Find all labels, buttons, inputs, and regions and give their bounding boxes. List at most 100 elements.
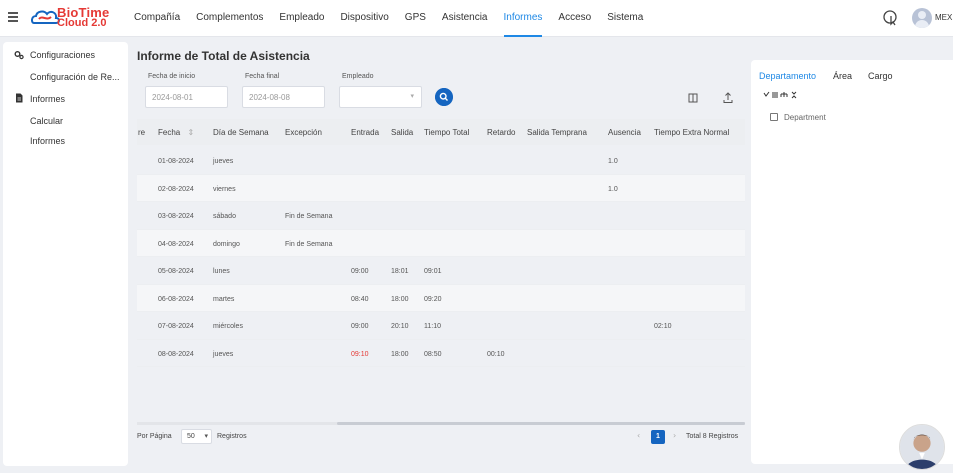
brand-version: Cloud 2.0 [57,17,107,29]
sidebar-item-configuracion-reportes[interactable]: Configuración de Re... [30,72,120,82]
per-page-select[interactable]: 50 [181,429,212,444]
nav-sistema[interactable]: Sistema [607,0,643,37]
column-header[interactable]: Salida Temprana [527,128,587,137]
columns-icon[interactable] [685,90,701,106]
nav-compania[interactable]: Compañía [134,0,180,37]
cell-total: 09:01 [424,268,442,275]
table-row[interactable]: 06-08-2024 martes 08:40 18:00 09:20 [137,284,745,312]
tab-area[interactable]: Área [833,71,852,81]
column-header[interactable]: Salida [391,128,413,137]
cell-retardo: 00:10 [487,350,505,358]
cell-extra: 02:10 [654,323,672,330]
column-header[interactable]: Día de Semana [213,128,269,137]
prev-page-icon[interactable]: ‹ [637,431,640,440]
tab-departamento[interactable]: Departamento [759,71,816,81]
cell-fecha: 05-08-2024 [158,268,194,275]
nav-informes[interactable]: Informes [503,0,542,37]
export-icon[interactable] [720,90,736,106]
touch-help-icon[interactable] [882,9,900,27]
table-row[interactable]: 03-08-2024 sábado Fin de Semana [137,202,745,230]
user-avatar[interactable] [912,8,932,28]
sidebar-item-configuraciones[interactable]: Configuraciones [30,50,95,60]
nav-acceso[interactable]: Acceso [558,0,591,37]
user-name[interactable]: MEX [935,13,952,22]
sidebar: Configuraciones Configuración de Re... I… [3,42,128,466]
cell-ausencia: 1.0 [608,158,618,165]
cell-salida: 20:10 [391,323,409,330]
table-row[interactable]: 02-08-2024 viernes 1.0 [137,174,745,202]
column-header[interactable]: Tiempo Total [424,128,469,137]
column-header-fecha[interactable]: Fecha ⇕ [158,128,194,137]
cell-entrada: 08:40 [351,295,369,303]
gears-icon [14,51,24,60]
per-page-label: Por Página [137,433,172,440]
cell-ausencia: 1.0 [608,185,618,193]
employee-select[interactable]: ▾ [339,86,422,108]
cell-entrada: 09:00 [351,323,369,330]
table-row[interactable]: 08-08-2024 jueves 09:10 18:00 08:50 00:1… [137,340,745,367]
column-header[interactable]: Entrada [351,128,379,137]
nav-asistencia[interactable]: Asistencia [442,0,488,37]
nav-gps[interactable]: GPS [405,0,426,37]
document-icon [16,93,23,103]
cell-dia: viernes [213,185,236,193]
cell-total: 11:10 [424,323,441,330]
cell-dia: miércoles [213,323,243,330]
cell-entrada-late: 09:10 [351,350,369,358]
column-header[interactable]: Retardo [487,128,515,137]
cell-salida: 18:00 [391,295,409,303]
search-button[interactable] [435,88,453,106]
department-tree-root[interactable]: Department [784,113,826,122]
cell-dia: sábado [213,213,236,220]
table-row[interactable]: 01-08-2024 jueves 1.0 [137,147,745,175]
column-header[interactable]: Ausencia [608,128,641,137]
report-panel: Informe de Total de Asistencia Fecha de … [133,42,745,466]
cell-fecha: 06-08-2024 [158,295,194,303]
nav-empleado[interactable]: Empleado [279,0,324,37]
cell-fecha: 02-08-2024 [158,185,194,193]
column-header[interactable]: re [138,128,145,137]
cell-excepcion: Fin de Semana [285,240,333,248]
end-date-input[interactable]: 2024-08-08 [242,86,325,108]
tab-cargo[interactable]: Cargo [868,71,893,81]
sidebar-item-calcular[interactable]: Calcular [30,116,63,126]
table-row[interactable]: 04-08-2024 domingo Fin de Semana [137,229,745,257]
cell-salida: 18:01 [391,268,409,275]
start-date-label: Fecha de inicio [148,73,196,80]
cell-fecha: 03-08-2024 [158,213,194,220]
sidebar-item-informes-group[interactable]: Informes [30,94,65,104]
table-row[interactable]: 05-08-2024 lunes 09:00 18:01 09:01 [137,257,745,285]
cell-total: 08:50 [424,350,442,358]
cell-fecha: 07-08-2024 [158,323,194,330]
cell-dia: lunes [213,268,230,275]
column-header-label: Fecha [158,128,181,137]
nav-dispositivo[interactable]: Dispositivo [340,0,388,37]
horizontal-scrollbar[interactable] [137,422,745,425]
menu-icon[interactable] [8,12,18,22]
column-header[interactable]: Tiempo Extra Normal [654,128,729,137]
nav-complementos[interactable]: Complementos [196,0,263,37]
cell-fecha: 08-08-2024 [158,350,194,358]
support-chat-avatar-icon[interactable] [899,424,945,470]
records-label: Registros [217,433,247,440]
department-checkbox[interactable] [770,113,778,121]
next-page-icon[interactable]: › [673,431,676,440]
main-nav: Compañía Complementos Empleado Dispositi… [134,0,659,37]
start-date-input[interactable]: 2024-08-01 [145,86,228,108]
tree-toolbar-icon[interactable] [763,91,803,99]
total-records: Total 8 Registros [686,433,739,440]
table-row[interactable]: 07-08-2024 miércoles 09:00 20:10 11:10 0… [137,312,745,340]
table-header: re Fecha ⇕ Día de Semana Excepción Entra… [137,119,745,145]
cell-dia: jueves [213,350,234,358]
sort-icon[interactable]: ⇕ [187,128,194,137]
cell-salida: 18:00 [391,350,409,358]
page-number-current[interactable]: 1 [651,430,665,444]
cell-fecha: 04-08-2024 [158,240,194,248]
per-page-value: 50 [187,433,195,440]
cell-total: 09:20 [424,295,442,303]
scrollbar-thumb[interactable] [337,422,745,425]
cell-dia: martes [213,295,235,303]
sidebar-item-informes[interactable]: Informes [30,136,65,146]
column-header[interactable]: Excepción [285,128,322,137]
employee-label: Empleado [342,73,374,80]
